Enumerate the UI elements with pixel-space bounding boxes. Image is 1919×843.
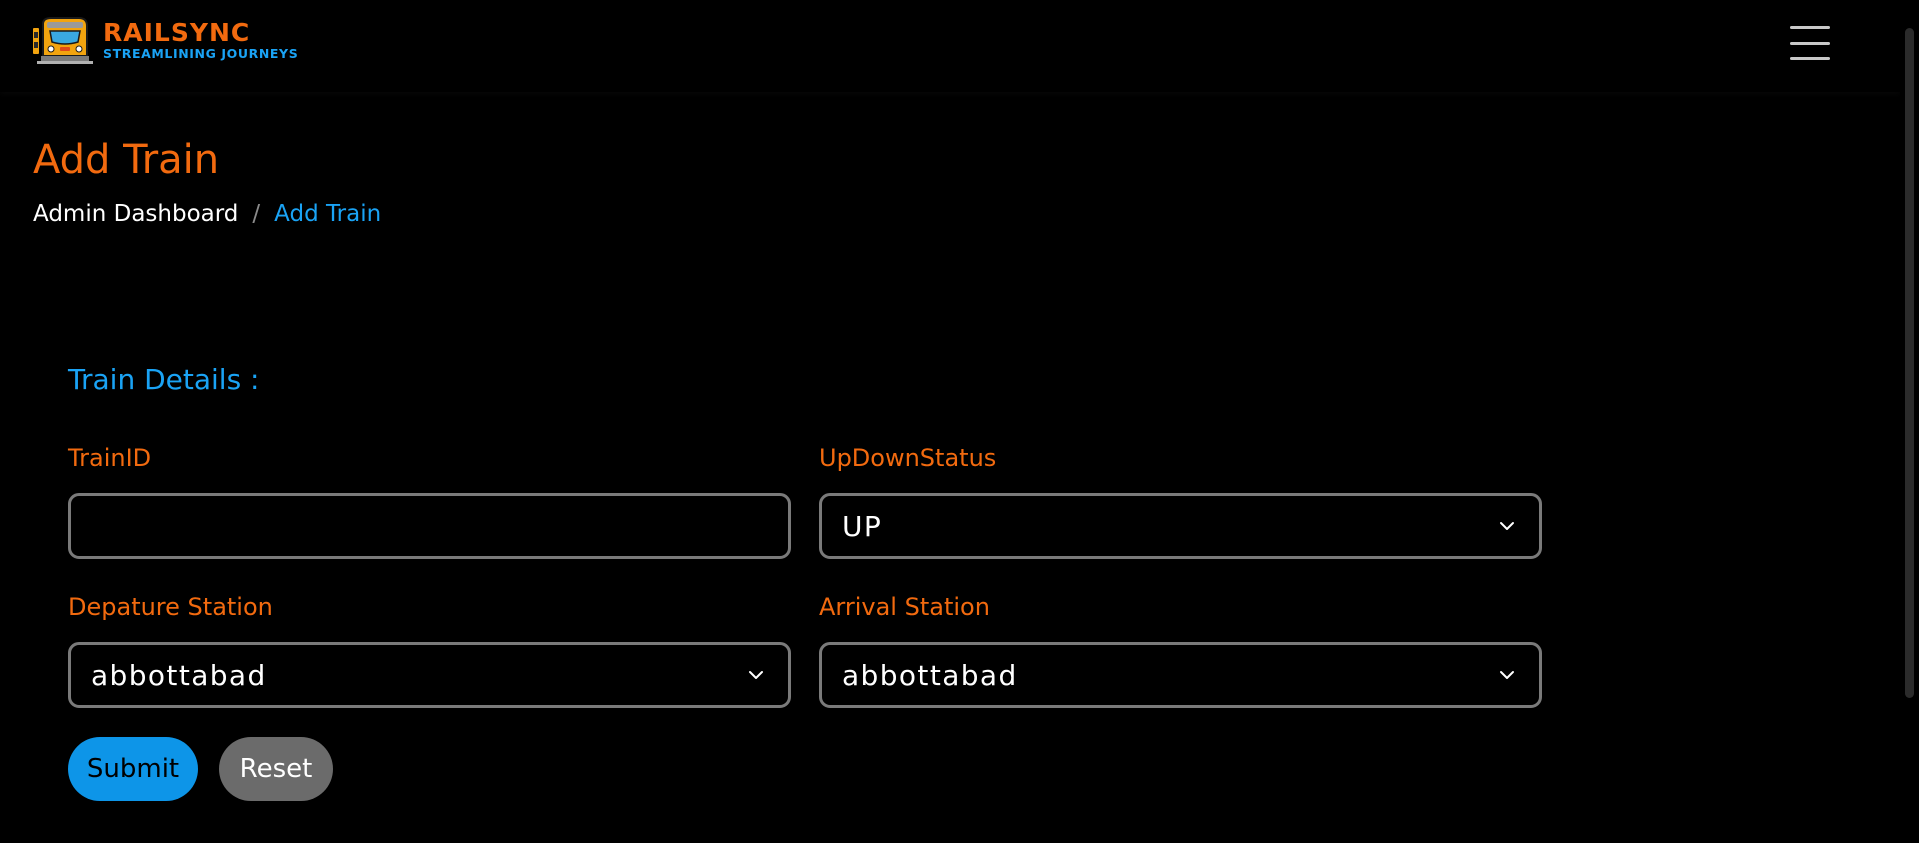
scrollbar-thumb[interactable] [1905,28,1914,698]
logo-text: RAILSYNC STREAMLINING JOURNEYS [103,20,298,62]
departure-station-label: Depature Station [68,593,273,621]
up-down-status-select[interactable]: UP [819,493,1542,559]
up-down-status-value: UP [842,509,883,543]
section-title: Train Details : [68,363,260,396]
chevron-down-icon [1500,671,1514,679]
top-navbar: RAILSYNC STREAMLINING JOURNEYS [0,0,1900,92]
arrival-station-value: abbottabad [842,658,1018,692]
logo-title: RAILSYNC [103,18,251,47]
breadcrumb: Admin Dashboard / Add Train [33,199,381,229]
arrival-station-select[interactable]: abbottabad [819,642,1542,708]
logo-subtitle: STREAMLINING JOURNEYS [103,46,299,61]
breadcrumb-admin-dashboard[interactable]: Admin Dashboard [33,199,238,229]
arrival-station-label: Arrival Station [819,593,990,621]
breadcrumb-current: Add Train [274,201,382,227]
breadcrumb-separator: / [252,201,261,227]
train-id-input[interactable] [68,493,791,559]
page-scrollbar[interactable] [1900,0,1919,843]
up-down-status-label: UpDownStatus [819,444,997,472]
hamburger-menu-icon[interactable] [1790,26,1830,60]
page: RAILSYNC STREAMLINING JOURNEYS Add Train… [0,0,1919,843]
brand-logo[interactable]: RAILSYNC STREAMLINING JOURNEYS [33,16,298,66]
menu-bar-top [1790,26,1830,29]
chevron-down-icon [1500,522,1514,530]
departure-station-value: abbottabad [91,658,267,692]
menu-bar-bottom [1790,57,1830,60]
menu-bar-middle [1790,41,1830,45]
chevron-down-icon [749,671,763,679]
train-logo-icon [33,17,93,64]
page-title: Add Train [33,137,220,183]
train-id-label: TrainID [68,444,152,472]
submit-button[interactable]: Submit [68,737,198,801]
departure-station-select[interactable]: abbottabad [68,642,791,708]
reset-button[interactable]: Reset [219,737,333,801]
